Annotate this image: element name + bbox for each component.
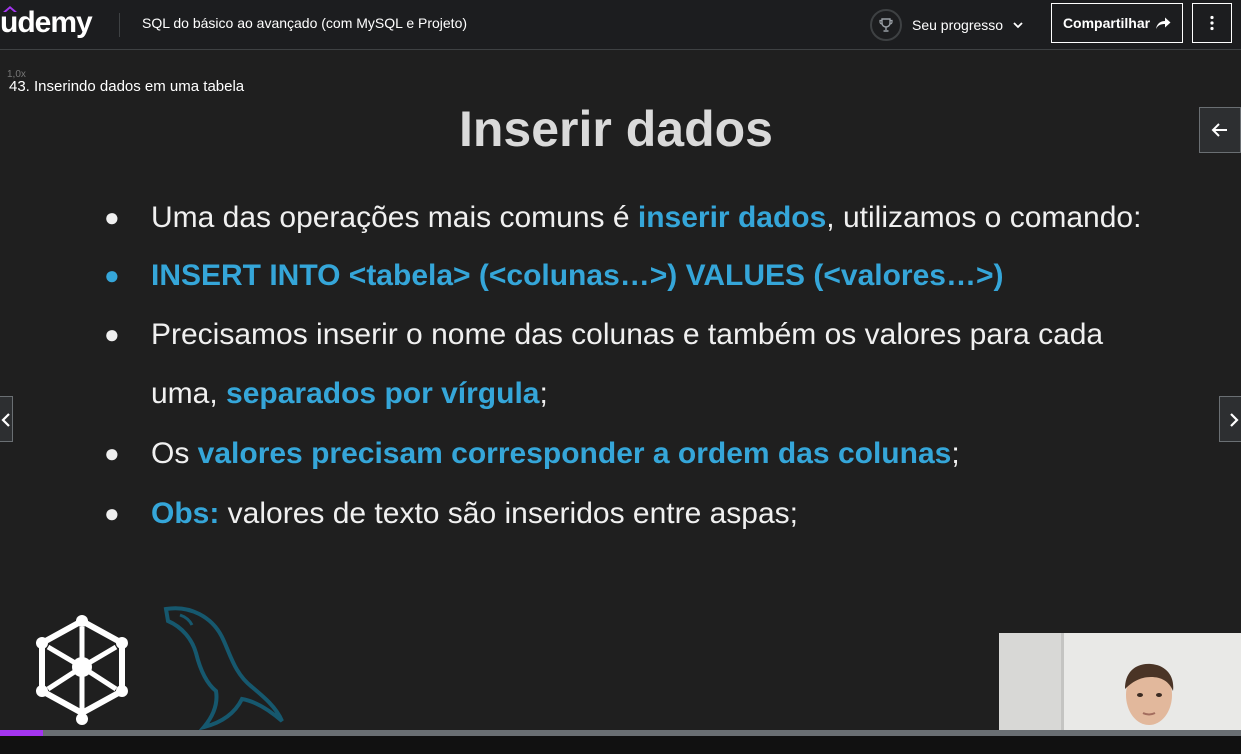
bullet-dot: ● (104, 260, 120, 290)
share-button-label: Compartilhar (1062, 15, 1151, 31)
bullet-item: ● Os valores precisam corresponder a ord… (100, 424, 960, 483)
share-arrow-icon (1156, 17, 1171, 29)
bullet-highlight: Obs: (151, 497, 220, 530)
next-lecture-button[interactable] (1219, 396, 1241, 442)
trophy-icon (879, 18, 893, 32)
mysql-dolphin-logo (163, 606, 284, 731)
progress-ring (870, 9, 902, 41)
bullet-text: Os (151, 437, 198, 470)
chevron-right-icon (1230, 413, 1239, 427)
bullet-highlight: inserir dados (637, 201, 827, 234)
bullet-dot: ● (104, 498, 120, 528)
bullet-dot: ● (104, 438, 120, 468)
bullet-item: ● Uma das operações mais comuns é inseri… (100, 188, 1141, 247)
bullet-text: ; (539, 377, 548, 410)
player-controls-bar (0, 736, 1241, 754)
bullet-highlight: INSERT INTO <tabela> (<colunas…>) VALUES… (151, 259, 1004, 292)
more-vertical-icon (1210, 15, 1214, 31)
bullet-dot: ● (104, 202, 120, 232)
bullet-text: ; (951, 437, 960, 470)
progress-label: Seu progresso (912, 17, 1004, 33)
top-header: udemy SQL do básico ao avançado (com MyS… (0, 0, 1241, 50)
bullet-item: ● Precisamos inserir o nome das colunas … (100, 305, 1103, 423)
course-title-link[interactable]: SQL do básico ao avançado (com MySQL e P… (142, 15, 467, 31)
previous-lecture-button[interactable] (0, 396, 13, 442)
lecture-title: 43. Inserindo dados em uma tabela (9, 78, 245, 95)
bullet-text: Uma das operações mais comuns é (151, 201, 638, 234)
network-cube-logo (36, 615, 128, 725)
back-button[interactable] (1199, 107, 1241, 153)
chevron-down-icon (1013, 22, 1023, 29)
bullet-item: ● INSERT INTO <tabela> (<colunas…>) VALU… (100, 246, 1003, 305)
bullet-highlight: separados por vírgula (226, 377, 540, 410)
logo-text: udemy (0, 6, 93, 39)
video-player[interactable]: 1,0x 43. Inserindo dados em uma tabela I… (0, 50, 1241, 754)
bullet-dot: ● (104, 319, 120, 349)
header-divider (119, 13, 120, 37)
bullet-text: , utilizamos o comando: (826, 201, 1142, 234)
progress-dropdown[interactable]: Seu progresso (870, 5, 1025, 45)
share-button[interactable]: Compartilhar (1051, 3, 1183, 43)
slide-title: Inserir dados (459, 101, 773, 157)
udemy-logo[interactable]: udemy (0, 0, 100, 50)
bullet-text: valores de texto são inseridos entre asp… (219, 497, 799, 530)
bullet-text: Precisamos inserir o nome das colunas e … (151, 318, 1104, 351)
more-options-button[interactable] (1192, 3, 1232, 43)
bullet-text: uma, (151, 377, 227, 410)
bullet-item: ● Obs: valores de texto são inseridos en… (100, 484, 798, 543)
chevron-left-icon (1, 413, 10, 427)
bullet-highlight: valores precisam corresponder a ordem da… (197, 437, 952, 470)
arrow-left-icon (1211, 123, 1227, 137)
